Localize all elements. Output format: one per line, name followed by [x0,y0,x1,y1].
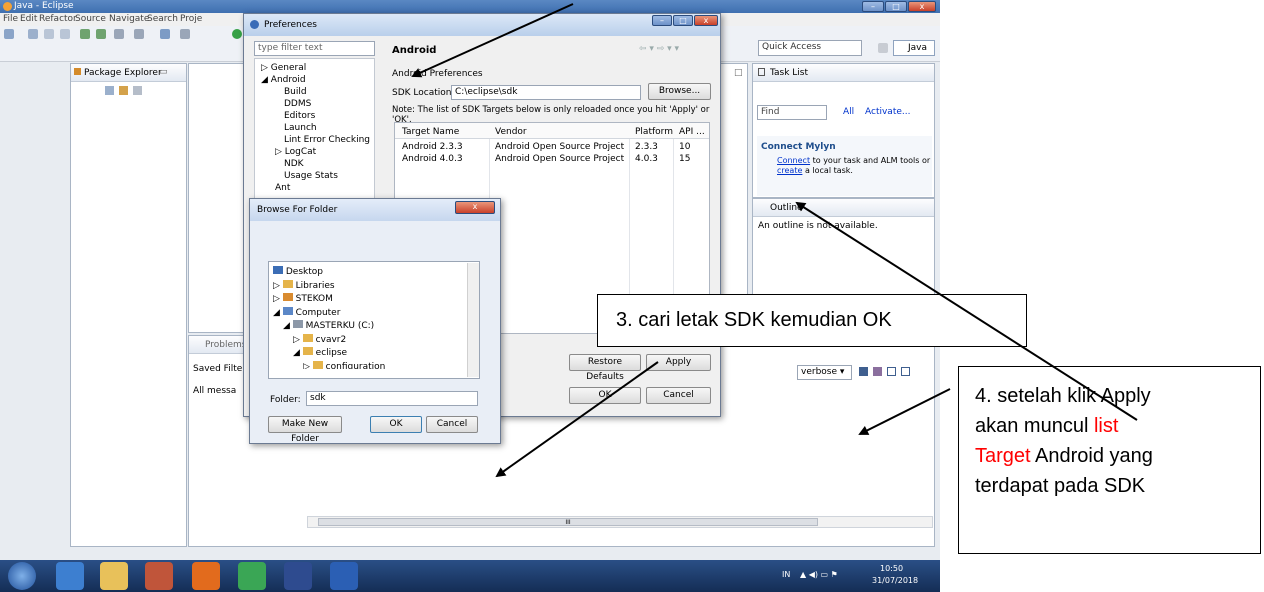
arrow-to-outline [795,201,1138,421]
arrow-to-log-area [495,361,659,478]
annotation-arrows [411,3,1138,478]
arrow-to-sdk-location [411,3,574,78]
arrow-to-editor [858,388,951,435]
